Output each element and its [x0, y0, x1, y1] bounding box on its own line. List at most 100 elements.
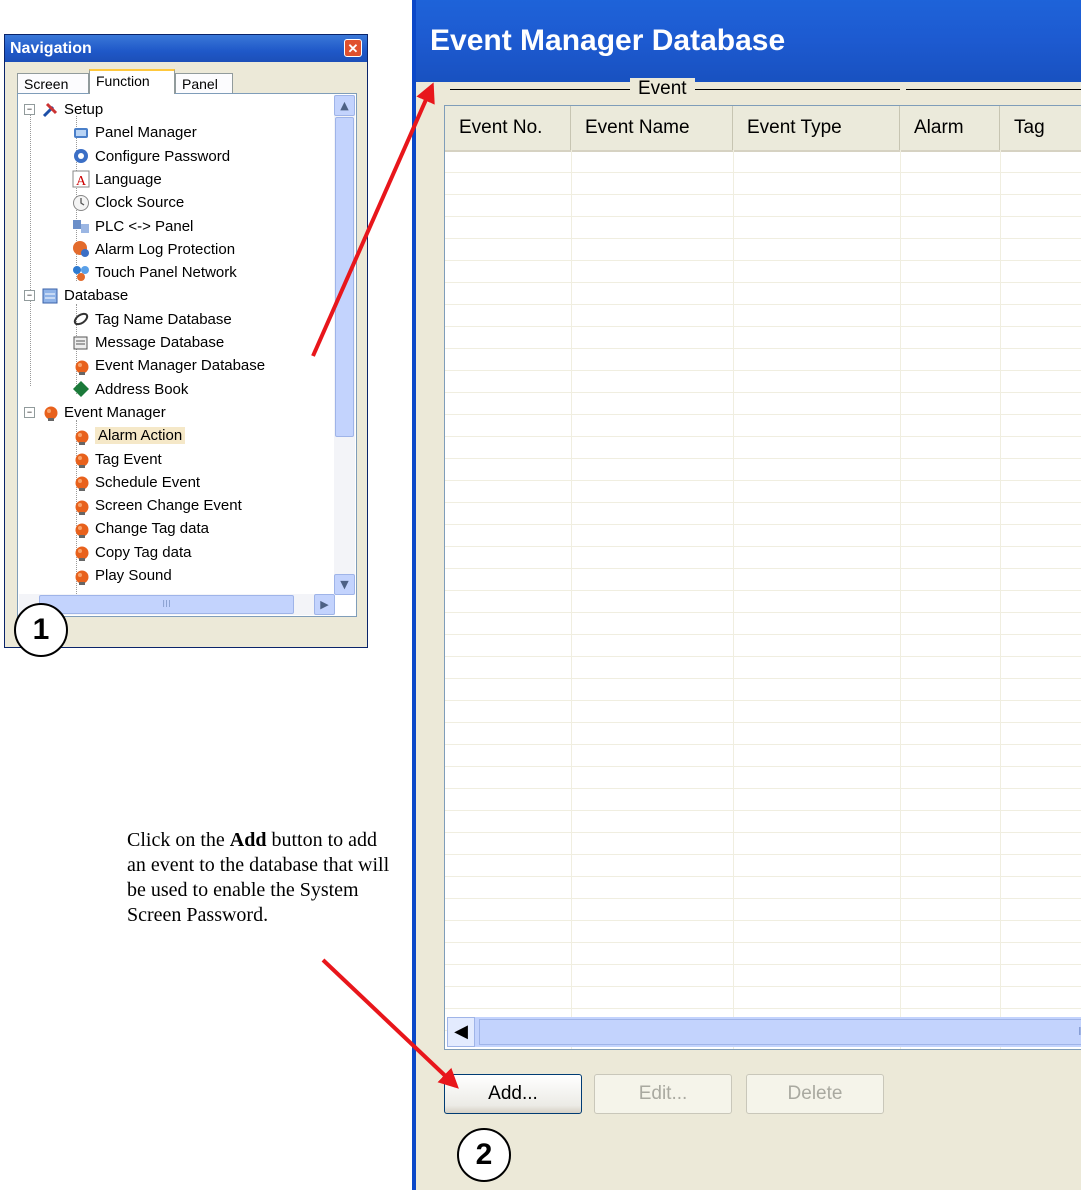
- table-row[interactable]: [445, 304, 1081, 327]
- tree-item-label: Schedule Event: [95, 473, 201, 491]
- tree-item[interactable]: − Event Manager: [18, 401, 166, 424]
- tree-horizontal-scrollbar[interactable]: III ▶: [19, 594, 335, 615]
- table-row[interactable]: [445, 458, 1081, 481]
- tree-item-label: Change Tag data: [95, 520, 209, 538]
- table-row[interactable]: [445, 414, 1081, 437]
- table-row[interactable]: [445, 326, 1081, 349]
- tree-item[interactable]: Copy Tag data: [18, 541, 191, 564]
- tree-item[interactable]: Clock Source: [18, 191, 184, 214]
- table-row[interactable]: [445, 678, 1081, 701]
- tree-hscroll-thumb[interactable]: III: [39, 595, 294, 614]
- event-bulb-icon: [72, 357, 90, 375]
- table-row[interactable]: [445, 194, 1081, 217]
- caption-bold-add: Add: [229, 829, 267, 851]
- tree-item[interactable]: Alarm Log Protection: [18, 238, 235, 261]
- table-row[interactable]: [445, 546, 1081, 569]
- table-row[interactable]: [445, 612, 1081, 635]
- table-row[interactable]: [445, 964, 1081, 987]
- table-row[interactable]: [445, 260, 1081, 283]
- chevron-left-icon[interactable]: ◀: [447, 1017, 475, 1047]
- tree-vertical-scrollbar[interactable]: ▲ ▼: [334, 95, 355, 595]
- table-row[interactable]: [445, 634, 1081, 657]
- tree-item[interactable]: Configure Password: [18, 145, 230, 168]
- table-row[interactable]: [445, 238, 1081, 261]
- table-row[interactable]: [445, 568, 1081, 591]
- collapse-icon[interactable]: −: [24, 104, 35, 115]
- table-row[interactable]: [445, 480, 1081, 503]
- table-row[interactable]: [445, 744, 1081, 767]
- table-row[interactable]: [445, 436, 1081, 459]
- tree-item[interactable]: A Language: [18, 168, 162, 191]
- table-row[interactable]: [445, 810, 1081, 833]
- column-header-event-name[interactable]: Event Name: [571, 106, 733, 150]
- tree-scroll-thumb[interactable]: [335, 117, 354, 437]
- tree-item[interactable]: Tag Event: [18, 448, 162, 471]
- address-book-icon: [72, 380, 90, 398]
- table-row[interactable]: [445, 788, 1081, 811]
- column-header-event-type[interactable]: Event Type: [733, 106, 900, 150]
- tree-item[interactable]: PLC <-> Panel: [18, 215, 193, 238]
- tree-item[interactable]: Address Book: [18, 378, 188, 401]
- chevron-right-icon[interactable]: ▶: [314, 594, 335, 615]
- table-row[interactable]: [445, 722, 1081, 745]
- table-row[interactable]: [445, 920, 1081, 943]
- table-row[interactable]: [445, 832, 1081, 855]
- tree-item[interactable]: Touch Panel Network: [18, 261, 237, 284]
- table-hscroll-thumb[interactable]: III: [479, 1019, 1081, 1045]
- tree-item-label: Address Book: [95, 380, 189, 398]
- tag-database-icon: [72, 310, 90, 328]
- table-row[interactable]: [445, 502, 1081, 525]
- table-row[interactable]: [445, 282, 1081, 305]
- table-row[interactable]: [445, 766, 1081, 789]
- table-row[interactable]: [445, 590, 1081, 613]
- table-row[interactable]: [445, 150, 1081, 173]
- table-row[interactable]: [445, 854, 1081, 877]
- tree-item[interactable]: Message Database: [18, 331, 224, 354]
- table-row[interactable]: [445, 876, 1081, 899]
- column-header-tag[interactable]: Tag: [1000, 106, 1081, 150]
- table-row[interactable]: [445, 656, 1081, 679]
- tab-panel[interactable]: Panel: [175, 73, 233, 93]
- tab-screen[interactable]: Screen: [17, 73, 89, 93]
- table-row[interactable]: [445, 524, 1081, 547]
- tree-item[interactable]: Play Sound: [18, 564, 172, 587]
- tree-item[interactable]: − Database: [18, 284, 128, 307]
- event-bulb-icon: [72, 543, 90, 562]
- tree-item[interactable]: Change Tag data: [18, 517, 209, 540]
- table-row[interactable]: [445, 898, 1081, 921]
- tree-item[interactable]: Schedule Event: [18, 471, 200, 494]
- chevron-down-icon[interactable]: ▼: [334, 574, 355, 595]
- clock-icon: [72, 194, 90, 212]
- column-header-event-no[interactable]: Event No.: [445, 106, 571, 150]
- collapse-icon[interactable]: −: [24, 406, 35, 418]
- column-header-alarm[interactable]: Alarm: [900, 106, 1000, 150]
- close-icon[interactable]: ✕: [344, 39, 362, 57]
- table-row[interactable]: [445, 700, 1081, 723]
- tree-item-label: Panel Manager: [95, 124, 197, 142]
- tab-function[interactable]: Function: [89, 69, 175, 94]
- tree-item[interactable]: Screen Change Event: [18, 494, 242, 517]
- tree-item[interactable]: Tag Name Database: [18, 308, 232, 331]
- tree-item[interactable]: Alarm Action: [18, 424, 186, 447]
- table-row[interactable]: [445, 370, 1081, 393]
- table-row[interactable]: [445, 216, 1081, 239]
- event-bulb-icon: [72, 520, 90, 538]
- table-row[interactable]: [445, 986, 1081, 1009]
- delete-button[interactable]: Delete: [746, 1074, 884, 1114]
- tree-item[interactable]: Panel Manager: [18, 121, 197, 144]
- tree-item[interactable]: − Setup: [18, 98, 103, 121]
- table-row[interactable]: [445, 348, 1081, 371]
- table-row[interactable]: [445, 392, 1081, 415]
- table-horizontal-scrollbar[interactable]: ◀ III: [447, 1017, 1081, 1047]
- add-button[interactable]: Add...: [444, 1074, 582, 1114]
- tree-item-label: Copy Tag data: [95, 543, 192, 561]
- event-table[interactable]: Event No. Event Name Event Type Alarm Ta…: [444, 105, 1081, 1050]
- password-icon: [72, 147, 90, 165]
- chevron-up-icon[interactable]: ▲: [334, 95, 355, 116]
- edit-button[interactable]: Edit...: [594, 1074, 732, 1114]
- table-row[interactable]: [445, 172, 1081, 195]
- network-icon: [72, 264, 90, 282]
- collapse-icon[interactable]: −: [24, 290, 35, 302]
- table-row[interactable]: [445, 942, 1081, 965]
- tree-item[interactable]: Event Manager Database: [18, 354, 265, 377]
